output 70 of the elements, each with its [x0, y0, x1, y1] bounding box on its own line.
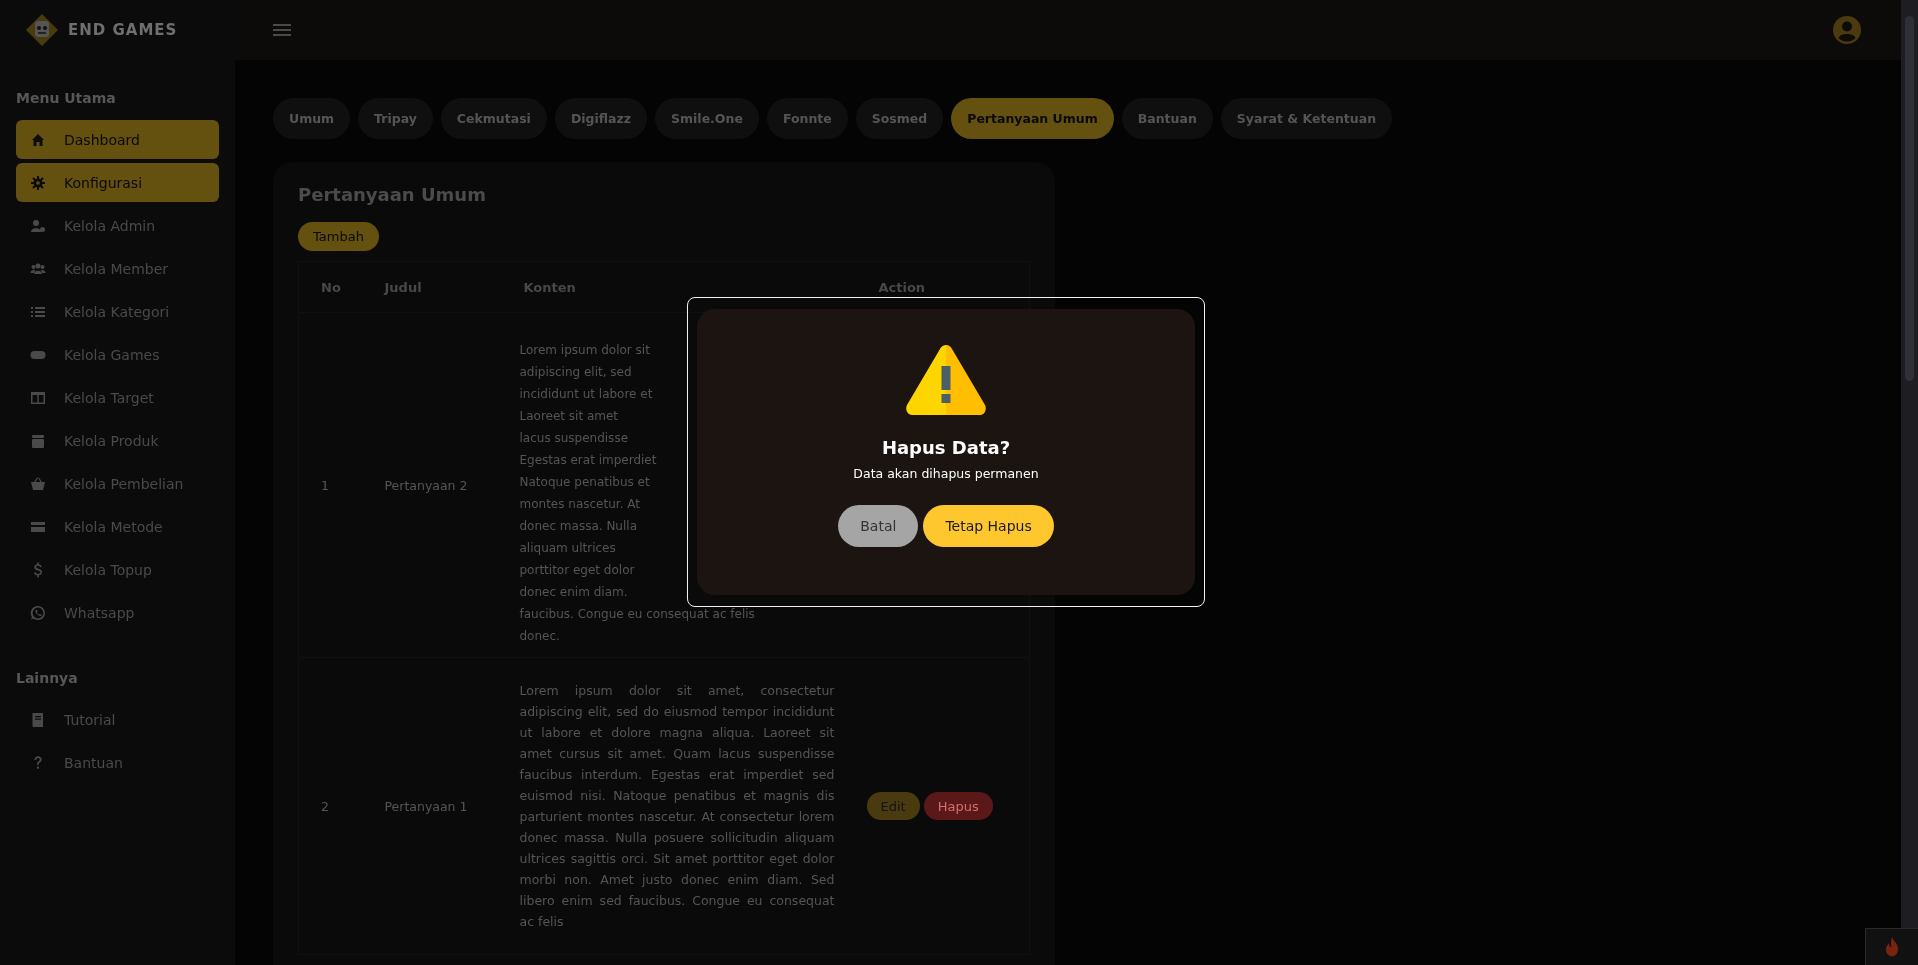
brand-name: END GAMES	[68, 21, 178, 39]
text-line: Egestas erat imperdiet	[519, 452, 658, 469]
gear-icon	[30, 174, 46, 191]
home-icon	[30, 131, 46, 148]
column-header: Action	[856, 261, 1030, 313]
sidebar-item[interactable]: Kelola Topup	[16, 550, 219, 589]
tab[interactable]: Umum	[273, 98, 351, 139]
tab[interactable]: Sosmed	[855, 98, 944, 139]
text-line: Laoreet sit amet	[519, 408, 620, 425]
tab[interactable]: Syarat & Ketentuan	[1220, 98, 1393, 139]
tab[interactable]: Tripay	[358, 98, 433, 139]
column-header: Judul	[362, 261, 502, 313]
sidebar-item[interactable]: Kelola Games	[16, 335, 219, 374]
tab[interactable]: Bantuan	[1121, 98, 1213, 139]
delete-button[interactable]: Hapus	[923, 792, 993, 820]
sidebar-item[interactable]: Bantuan	[16, 743, 219, 782]
text-line: adipiscing elit, sed	[519, 364, 633, 381]
user-gear-icon	[30, 217, 46, 234]
table-cell: Lorem ipsum dolor sit amet, consectetur adipiscing elit, sed do eiusmod tempor incididunt ut labore et dolore magna aliqua. Laoreet sit amet cursus sit amet. Quam lacus suspendisse faucibus interdum. Egestas erat imperdiet sed euismod nisi. Natoque penatibus et magnis dis parturient montes nascetur. At consectetur lorem donec massa. Nulla posuere sollicitudin aliquam ultrices sagittis orci. Sit amet porttitor eget dolor morbi non. Amet justo donec enim diam. Sed libero enim sed faucibus. Congue eu consequat ac felis	[501, 657, 857, 955]
logo-icon	[24, 12, 60, 48]
confirm-button[interactable]: Tetap Hapus	[923, 505, 1054, 547]
user-avatar-icon[interactable]	[1833, 16, 1861, 44]
tab[interactable]: Digiflazz	[554, 98, 648, 139]
sidebar-item[interactable]: Kelola Member	[16, 249, 219, 288]
sidebar-item[interactable]: Kelola Pembelian	[16, 464, 219, 503]
tab[interactable]: Pertanyaan Umum	[951, 98, 1114, 139]
warning-icon	[905, 345, 987, 415]
sidebar-item[interactable]: Dashboard	[16, 120, 219, 159]
chat-bubble-icon	[30, 604, 46, 621]
column-header: Konten	[501, 261, 857, 313]
add-button[interactable]: Tambah	[298, 222, 379, 251]
sidebar-item[interactable]: Tutorial	[16, 700, 219, 739]
sidebar-item[interactable]: Kelola Kategori	[16, 292, 219, 331]
text-line: faucibus. Congue eu consequat ac felis	[519, 606, 756, 623]
table-cell: 1	[298, 312, 363, 658]
sidebar-item[interactable]: Konfigurasi	[16, 163, 219, 202]
dialog-title: Hapus Data?	[881, 437, 1011, 458]
section-heading: Menu Utama	[16, 90, 117, 106]
sidebar-item[interactable]: Whatsapp	[16, 593, 219, 632]
tab[interactable]: Smile.One	[655, 98, 759, 139]
text-line: donec massa. Nulla	[519, 518, 638, 535]
cancel-button[interactable]: Batal	[838, 505, 919, 547]
book-icon	[30, 711, 46, 728]
columns-icon	[30, 389, 46, 406]
dialog-message: Data akan dihapus permanen	[853, 466, 1039, 481]
text-line: montes nascetur. At	[519, 496, 641, 513]
sidebar-item[interactable]: Kelola Produk	[16, 421, 219, 460]
basket-icon	[30, 475, 46, 492]
tab[interactable]: Fonnte	[766, 98, 848, 139]
menu-icon[interactable]	[273, 23, 291, 37]
text-line: Lorem ipsum dolor sit	[519, 342, 651, 359]
text-line: porttitor eget dolor	[519, 562, 636, 579]
table-cell: Pertanyaan 2	[362, 312, 502, 658]
table-cell: Pertanyaan 1	[362, 657, 502, 955]
text-line: incididunt ut labore et	[519, 386, 654, 403]
section-heading: Lainnya	[16, 670, 79, 686]
flame-icon[interactable]	[1884, 937, 1900, 957]
text-line: Natoque penatibus et	[519, 474, 651, 491]
table-cell: 2	[298, 657, 363, 955]
sidebar-item[interactable]: Kelola Metode	[16, 507, 219, 546]
text-line: aliquam ultrices	[519, 540, 617, 557]
sidebar-item[interactable]: Kelola Target	[16, 378, 219, 417]
column-header: No	[298, 261, 363, 313]
text-line: donec.	[519, 628, 561, 645]
tab[interactable]: Cekmutasi	[440, 98, 547, 139]
sidebar-item[interactable]: Kelola Admin	[16, 206, 219, 245]
card-title: Pertanyaan Umum	[298, 184, 487, 205]
box-icon	[30, 432, 46, 449]
text-line: lacus suspendisse	[519, 430, 629, 447]
text-line: donec enim diam.	[519, 584, 629, 601]
